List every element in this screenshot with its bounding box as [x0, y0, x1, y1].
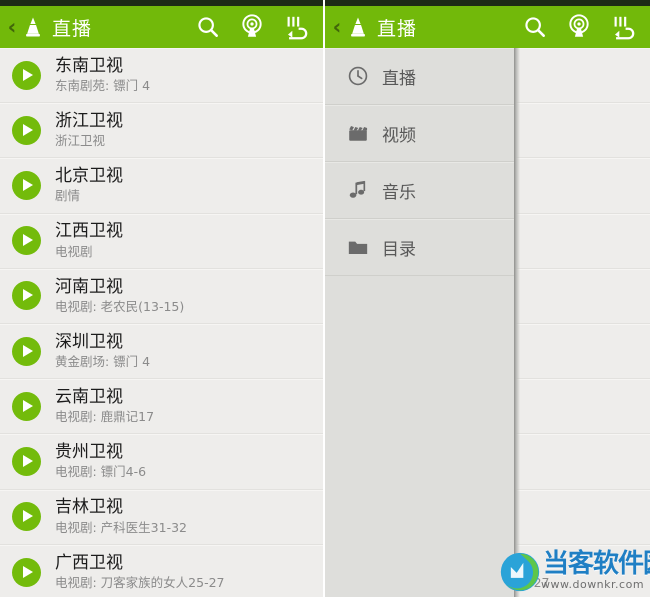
list-item-text: 深圳卫视 黄金剧场: 镖门 4 [55, 332, 150, 371]
list-item-text: 云南卫视 电视剧: 鹿鼎记17 [55, 387, 154, 426]
channel-name: 云南卫视 [55, 386, 123, 407]
play-icon[interactable] [12, 60, 41, 90]
action-bar: ‹ 直播 [325, 6, 650, 48]
play-icon[interactable] [12, 557, 41, 587]
drawer-item-directory[interactable]: 目录 [325, 219, 514, 276]
channel-name: 贵州卫视 [55, 442, 123, 463]
list-item-text: 河南卫视 电视剧: 老农民(13-15) [55, 277, 184, 316]
channel-program: 电视剧: 产科医生31-32 [55, 519, 188, 535]
drawer-item-label: 目录 [382, 239, 416, 260]
page-title: 直播 [377, 17, 418, 40]
navigation-drawer[interactable]: 直播 视频 音乐 目录 [325, 48, 514, 597]
list-item-text: 贵州卫视 电视剧: 镖门4-6 [55, 442, 146, 481]
list-item[interactable]: 吉林卫视 电视剧: 产科医生31-32 [0, 490, 323, 545]
music-note-icon [349, 180, 366, 198]
drawer-item-label: 直播 [382, 68, 416, 89]
channel-name: 广西卫视 [55, 553, 123, 574]
channel-list[interactable]: 东南卫视 东南剧苑: 镖门 4 浙江卫视 浙江卫视 北京卫视 剧情 [0, 48, 323, 597]
list-item-text: 吉林卫视 电视剧: 产科医生31-32 [55, 497, 187, 536]
channel-program: 电视剧 [55, 243, 93, 259]
list-item[interactable]: 北京卫视 剧情 [0, 158, 323, 214]
channel-program: 电视剧: 鹿鼎记17 [55, 409, 155, 425]
drawer-item-live[interactable]: 直播 [325, 48, 514, 105]
list-item[interactable]: 河南卫视 电视剧: 老农民(13-15) [0, 269, 323, 324]
play-icon[interactable] [12, 502, 41, 532]
page-title: 直播 [52, 17, 93, 40]
channel-name: 东南卫视 [55, 55, 123, 76]
vlc-cone-logo[interactable] [345, 14, 371, 40]
back-icon[interactable]: ‹ [4, 16, 20, 38]
search-icon[interactable] [522, 14, 548, 40]
list-item-text: 广西卫视 电视剧: 刀客家族的女人25-27 [55, 553, 225, 592]
channel-program: 浙江卫视 [55, 133, 106, 149]
panel-list-view: ‹ 直播 东南卫视 东南剧苑: 镖门 4 浙江卫视 浙江卫视 北京卫视 剧情 江… [0, 0, 325, 597]
play-icon[interactable] [12, 170, 41, 200]
panel-drawer-open: ‹ 直播 直播 视频 音乐 目录 [325, 0, 650, 597]
list-item[interactable]: 江西卫视 电视剧 [0, 214, 323, 269]
audio-delay-icon[interactable] [283, 14, 309, 40]
clock-icon [348, 66, 368, 86]
action-bar: ‹ 直播 [0, 6, 323, 48]
play-icon[interactable] [12, 226, 41, 256]
play-icon[interactable] [12, 336, 41, 366]
list-item[interactable]: 浙江卫视 浙江卫视 [0, 103, 323, 159]
action-bar-icons [522, 14, 642, 40]
action-bar-icons [195, 14, 315, 40]
channel-name: 深圳卫视 [55, 331, 123, 352]
list-item[interactable]: 贵州卫视 电视剧: 镖门4-6 [0, 434, 323, 490]
list-item-text: 北京卫视 剧情 [55, 166, 123, 205]
drawer-item-video[interactable]: 视频 [325, 105, 514, 162]
channel-program: 电视剧: 老农民(13-15) [55, 298, 185, 314]
channel-name: 浙江卫视 [55, 111, 123, 132]
list-item-text: 东南卫视 东南剧苑: 镖门 4 [55, 56, 150, 95]
play-icon[interactable] [12, 281, 41, 311]
drawer-item-music[interactable]: 音乐 [325, 162, 514, 219]
stream-antenna-icon[interactable] [566, 14, 592, 40]
back-icon[interactable]: ‹ [329, 16, 345, 38]
list-item[interactable]: 东南卫视 东南剧苑: 镖门 4 [0, 48, 323, 104]
channel-program: 剧情 [55, 188, 81, 204]
folder-icon [348, 241, 368, 254]
list-item-text: 浙江卫视 浙江卫视 [55, 111, 123, 150]
drawer-item-label: 音乐 [382, 182, 416, 203]
play-icon[interactable] [12, 391, 41, 421]
channel-program: 东南剧苑: 镖门 4 [55, 78, 151, 94]
channel-name: 江西卫视 [55, 221, 123, 242]
play-icon[interactable] [12, 115, 41, 145]
stream-antenna-icon[interactable] [239, 14, 265, 40]
channel-name: 吉林卫视 [55, 497, 123, 518]
channel-program: 电视剧: 刀客家族的女人25-27 [55, 575, 225, 591]
screenshot-root: ‹ 直播 东南卫视 东南剧苑: 镖门 4 浙江卫视 浙江卫视 北京卫视 剧情 江… [0, 0, 650, 597]
search-icon[interactable] [195, 14, 221, 40]
list-item[interactable]: 云南卫视 电视剧: 鹿鼎记17 [0, 379, 323, 435]
clapperboard-icon [349, 126, 368, 141]
channel-program: 黄金剧场: 镖门 4 [55, 354, 151, 370]
play-icon[interactable] [12, 446, 41, 476]
vlc-cone-logo[interactable] [20, 14, 46, 40]
drawer-item-label: 视频 [382, 125, 416, 146]
drawer-edge-shadow [514, 48, 520, 597]
audio-delay-icon[interactable] [610, 14, 636, 40]
channel-name: 北京卫视 [55, 166, 123, 187]
list-item[interactable]: 深圳卫视 黄金剧场: 镖门 4 [0, 324, 323, 380]
channel-name: 河南卫视 [55, 276, 123, 297]
channel-program: 电视剧: 镖门4-6 [55, 464, 147, 480]
list-item[interactable]: 广西卫视 电视剧: 刀客家族的女人25-27 [0, 545, 323, 597]
list-item-text: 江西卫视 电视剧 [55, 221, 123, 260]
